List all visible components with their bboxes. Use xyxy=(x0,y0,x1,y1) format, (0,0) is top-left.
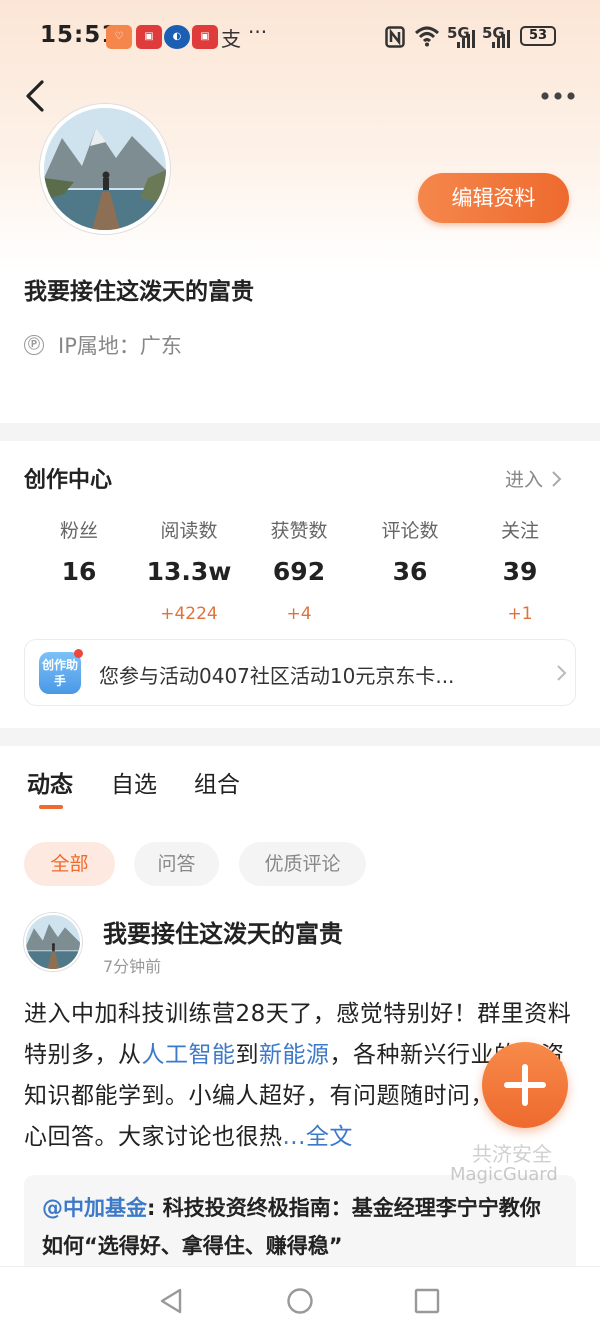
nav-recents-icon[interactable] xyxy=(414,1287,440,1315)
alipay-icon: 支 xyxy=(221,27,241,51)
mention-link[interactable]: @中加基金 xyxy=(42,1196,147,1220)
ip-location-icon: Ⓟ xyxy=(24,335,44,355)
create-post-button[interactable] xyxy=(482,1042,568,1128)
stat-likes[interactable]: 获赞数 692 +4 xyxy=(244,516,354,626)
more-options-icon[interactable] xyxy=(540,88,576,104)
plus-icon xyxy=(504,1064,546,1106)
stat-following[interactable]: 关注 39 +1 xyxy=(465,516,575,626)
battery-icon: 53 xyxy=(520,26,556,46)
section-divider xyxy=(0,423,600,441)
ip-location: Ⓟ IP属地：广东 xyxy=(24,330,182,360)
activity-text: 您参与活动0407社区活动10元京东卡... xyxy=(99,664,455,688)
stat-value: 692 xyxy=(272,557,326,586)
creation-center-enter-link[interactable]: 进入 xyxy=(505,465,565,492)
app-notification-icon: ▣ xyxy=(136,25,162,49)
watermark-text: MagicGuard xyxy=(450,1164,558,1185)
signal-icon xyxy=(492,30,510,48)
active-tab-indicator xyxy=(39,805,63,809)
tab-portfolio[interactable]: 组合 xyxy=(194,765,240,799)
status-bar: 15:51 ♡ ▣ ◐ ▣ 支 ··· 5G 5G 53 xyxy=(0,0,600,72)
wifi-icon xyxy=(414,26,440,47)
avatar-landscape-image xyxy=(44,108,166,230)
stat-value: 39 xyxy=(502,557,538,586)
back-arrow-icon[interactable] xyxy=(20,78,56,114)
chevron-right-icon xyxy=(552,470,562,487)
nav-home-icon[interactable] xyxy=(286,1287,314,1315)
creation-assistant-icon: 创作助手 xyxy=(39,652,81,694)
stat-label: 获赞数 xyxy=(270,520,328,542)
stat-label: 评论数 xyxy=(381,520,439,542)
app-notification-icon: ▣ xyxy=(192,25,218,49)
profile-username: 我要接住这泼天的富贵 xyxy=(24,279,254,305)
nfc-icon xyxy=(385,26,405,48)
avatar-landscape-image xyxy=(26,915,80,969)
chevron-right-icon xyxy=(557,665,567,681)
signal-icon xyxy=(457,30,475,48)
post-timestamp: 7分钟前 xyxy=(103,957,162,976)
stat-label: 粉丝 xyxy=(59,520,98,542)
tab-watchlist[interactable]: 自选 xyxy=(111,765,157,799)
post-text: 到 xyxy=(235,1042,259,1068)
stat-delta: +4 xyxy=(286,604,312,624)
quoted-article-card[interactable]: @中加基金: 科技投资终极指南：基金经理李宁宁教你如何“选得好、拿得住、赚得稳” xyxy=(24,1175,576,1275)
ip-location-text: IP属地：广东 xyxy=(58,334,182,358)
app-notification-icon: ♡ xyxy=(106,25,132,49)
system-navigation-bar xyxy=(0,1266,600,1332)
enter-label: 进入 xyxy=(505,469,544,491)
stat-reads[interactable]: 阅读数 13.3w +4224 xyxy=(134,516,244,626)
profile-avatar[interactable] xyxy=(40,104,170,234)
stat-delta xyxy=(355,604,465,626)
post-author-name[interactable]: 我要接住这泼天的富贵 xyxy=(103,914,343,949)
stat-value: 16 xyxy=(61,557,97,586)
activity-banner[interactable]: 创作助手 您参与活动0407社区活动10元京东卡... xyxy=(24,639,576,706)
stat-delta: +4224 xyxy=(160,604,218,624)
stat-comments[interactable]: 评论数 36 xyxy=(355,516,465,626)
read-full-text-link[interactable]: ...全文 xyxy=(283,1124,353,1150)
section-divider xyxy=(0,728,600,746)
app-notification-icon: ◐ xyxy=(164,25,190,49)
nav-back-icon[interactable] xyxy=(158,1287,184,1315)
stat-delta xyxy=(24,604,134,626)
edit-profile-button[interactable]: 编辑资料 xyxy=(418,173,569,223)
stat-value: 36 xyxy=(392,557,428,586)
more-notifications-icon: ··· xyxy=(248,20,268,44)
creation-center-title: 创作中心 xyxy=(24,468,113,493)
stat-delta: +1 xyxy=(507,604,533,624)
tab-activity[interactable]: 动态 xyxy=(27,765,73,799)
filter-all[interactable]: 全部 xyxy=(24,842,115,886)
post-author-avatar[interactable] xyxy=(24,913,82,971)
filter-qa[interactable]: 问答 xyxy=(134,842,219,886)
stat-fans[interactable]: 粉丝 16 xyxy=(24,516,134,626)
filter-quality-comments[interactable]: 优质评论 xyxy=(239,842,366,886)
stat-label: 阅读数 xyxy=(160,520,218,542)
stat-label: 关注 xyxy=(500,520,539,542)
watermark-text: 共济安全 xyxy=(472,1142,552,1166)
stat-value: 13.3w xyxy=(146,557,232,586)
notification-dot xyxy=(74,649,83,658)
topic-link-ai[interactable]: 人工智能 xyxy=(142,1042,236,1068)
topic-link-new-energy[interactable]: 新能源 xyxy=(259,1042,330,1068)
